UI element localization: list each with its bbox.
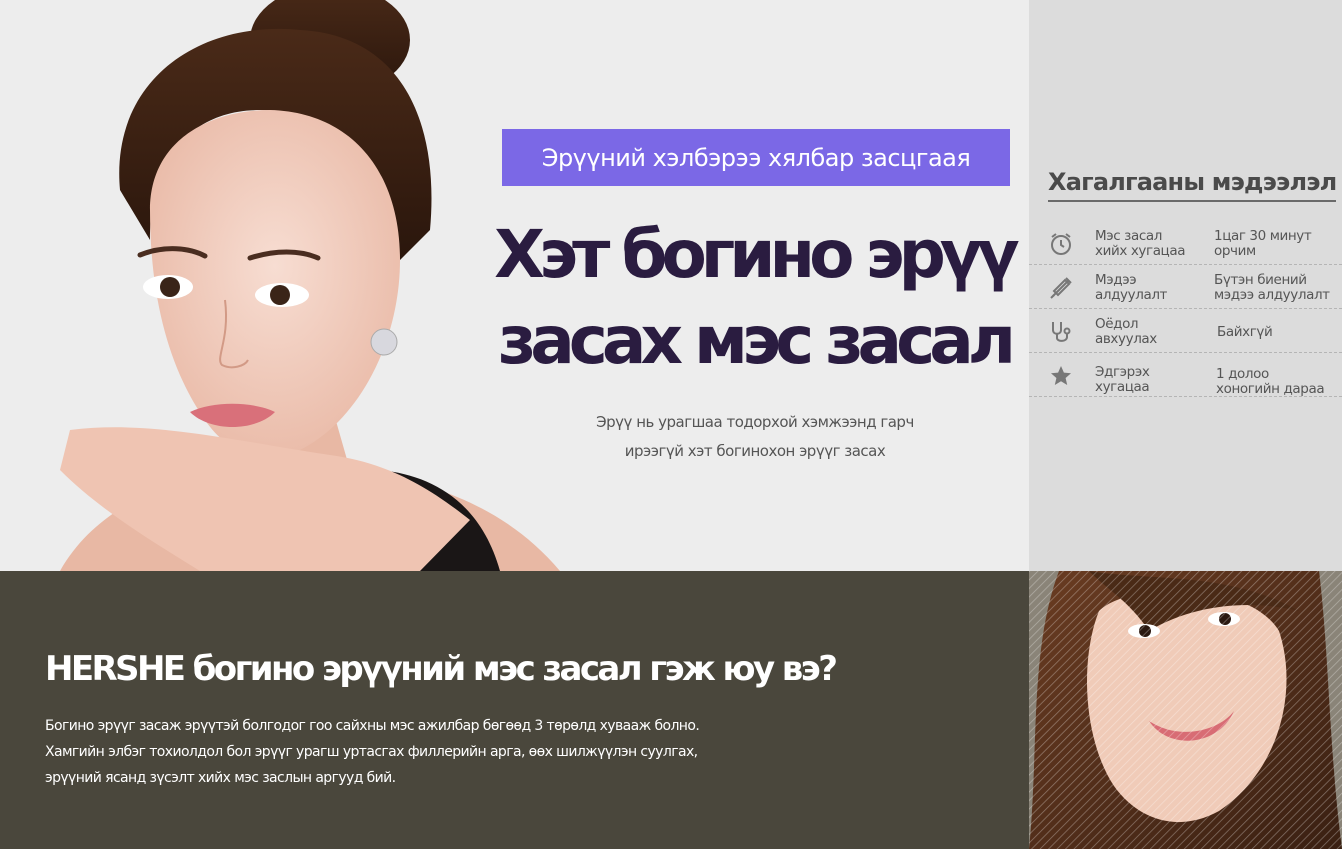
- what-is-description-line1: Богино эрүүг засаж эрүүтэй болгодог гоо …: [45, 718, 700, 734]
- stethoscope-icon: [1048, 319, 1074, 345]
- info-label-anesthesia-line1: Мэдээ: [1095, 272, 1137, 288]
- info-label-stitches-line1: Оёдол: [1095, 316, 1139, 332]
- info-value-duration-line1: 1цаг 30 минут: [1214, 228, 1312, 244]
- info-label-recovery-line2: хугацаа: [1095, 379, 1150, 395]
- hero-subtitle-line2: ирээгүй хэт богинохон эрүүг засах: [624, 442, 886, 460]
- star-icon: [1048, 363, 1074, 389]
- syringe-icon: [1048, 275, 1074, 301]
- hero-title-line2: засах мэс засал: [497, 302, 1016, 379]
- info-value-stitches: Байхгүй: [1217, 325, 1342, 340]
- info-label-stitches-line2: авхуулах: [1095, 331, 1157, 347]
- hero-title: Хэт богино эрүү засах мэс засал: [480, 212, 1028, 384]
- info-value-stitches-line1: Байхгүй: [1217, 324, 1273, 340]
- secondary-model-photo: [1029, 571, 1342, 849]
- hero-subtitle-line1: Эрүү нь урагшаа тодорхой хэмжээнд гарч: [596, 413, 914, 431]
- info-label-duration: Мэс засал хийх хугацаа: [1095, 229, 1205, 259]
- what-is-description-line2: Хамгийн элбэг тохиолдол бол эрүүг урагш …: [45, 744, 698, 760]
- info-label-stitches: Оёдол авхуулах: [1095, 317, 1205, 347]
- info-value-recovery-line1: 1 долоо: [1216, 366, 1269, 382]
- info-value-anesthesia-line1: Бүтэн биений: [1214, 272, 1307, 288]
- hero-title-line1: Хэт богино эрүү: [494, 216, 1020, 293]
- what-is-title: HERSHE богино эрүүний мэс засал гэж юу в…: [45, 649, 838, 689]
- info-label-anesthesia-line2: алдуулалт: [1095, 287, 1168, 303]
- info-value-duration-line2: орчим: [1214, 243, 1256, 259]
- info-row-recovery: Эдгэрэх хугацаа 1 долоо хоногийн дараа: [1029, 353, 1342, 397]
- info-label-duration-line1: Мэс засал: [1095, 228, 1162, 244]
- what-is-description-line3: эрүүний ясанд зүсэлт хийх мэс заслын арг…: [45, 770, 396, 786]
- surgery-info-list: Мэс засал хийх хугацаа 1цаг 30 минут орч…: [1029, 221, 1342, 397]
- info-label-duration-line2: хийх хугацаа: [1095, 243, 1186, 259]
- alarm-clock-icon: [1048, 231, 1074, 257]
- info-row-stitches: Оёдол авхуулах Байхгүй: [1029, 309, 1342, 353]
- info-value-recovery-line2: хоногийн дараа: [1216, 381, 1325, 397]
- info-row-duration: Мэс засал хийх хугацаа 1цаг 30 минут орч…: [1029, 221, 1342, 265]
- hero-section: Эрүүний хэлбэрээ хялбар засцгаая Хэт бог…: [0, 0, 1029, 571]
- info-value-anesthesia: Бүтэн биений мэдээ алдуулалт: [1214, 273, 1342, 303]
- info-value-duration: 1цаг 30 минут орчим: [1214, 229, 1342, 259]
- what-is-description: Богино эрүүг засаж эрүүтэй болгодог гоо …: [45, 713, 825, 791]
- info-value-recovery: 1 долоо хоногийн дараа: [1216, 367, 1342, 397]
- info-label-anesthesia: Мэдээ алдуулалт: [1095, 273, 1205, 303]
- what-is-section: HERSHE богино эрүүний мэс засал гэж юу в…: [0, 571, 1029, 849]
- surgery-info-panel: Хагалгааны мэдээлэл Мэс засал хийх хугац…: [1029, 0, 1342, 571]
- info-label-recovery: Эдгэрэх хугацаа: [1095, 365, 1205, 395]
- info-label-recovery-line1: Эдгэрэх: [1095, 364, 1150, 380]
- info-value-anesthesia-line2: мэдээ алдуулалт: [1214, 287, 1330, 303]
- surgery-info-title: Хагалгааны мэдээлэл: [1048, 168, 1337, 202]
- hero-subtitle: Эрүү нь урагшаа тодорхой хэмжээнд гарч и…: [540, 408, 970, 466]
- hero-banner: Эрүүний хэлбэрээ хялбар засцгаая: [502, 129, 1010, 186]
- info-row-anesthesia: Мэдээ алдуулалт Бүтэн биений мэдээ алдуу…: [1029, 265, 1342, 309]
